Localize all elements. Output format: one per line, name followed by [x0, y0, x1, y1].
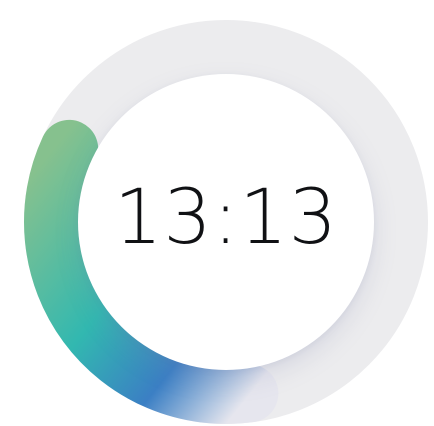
circular-timer: 13:13 — [0, 0, 434, 426]
time-display: 13:13 — [113, 172, 339, 261]
